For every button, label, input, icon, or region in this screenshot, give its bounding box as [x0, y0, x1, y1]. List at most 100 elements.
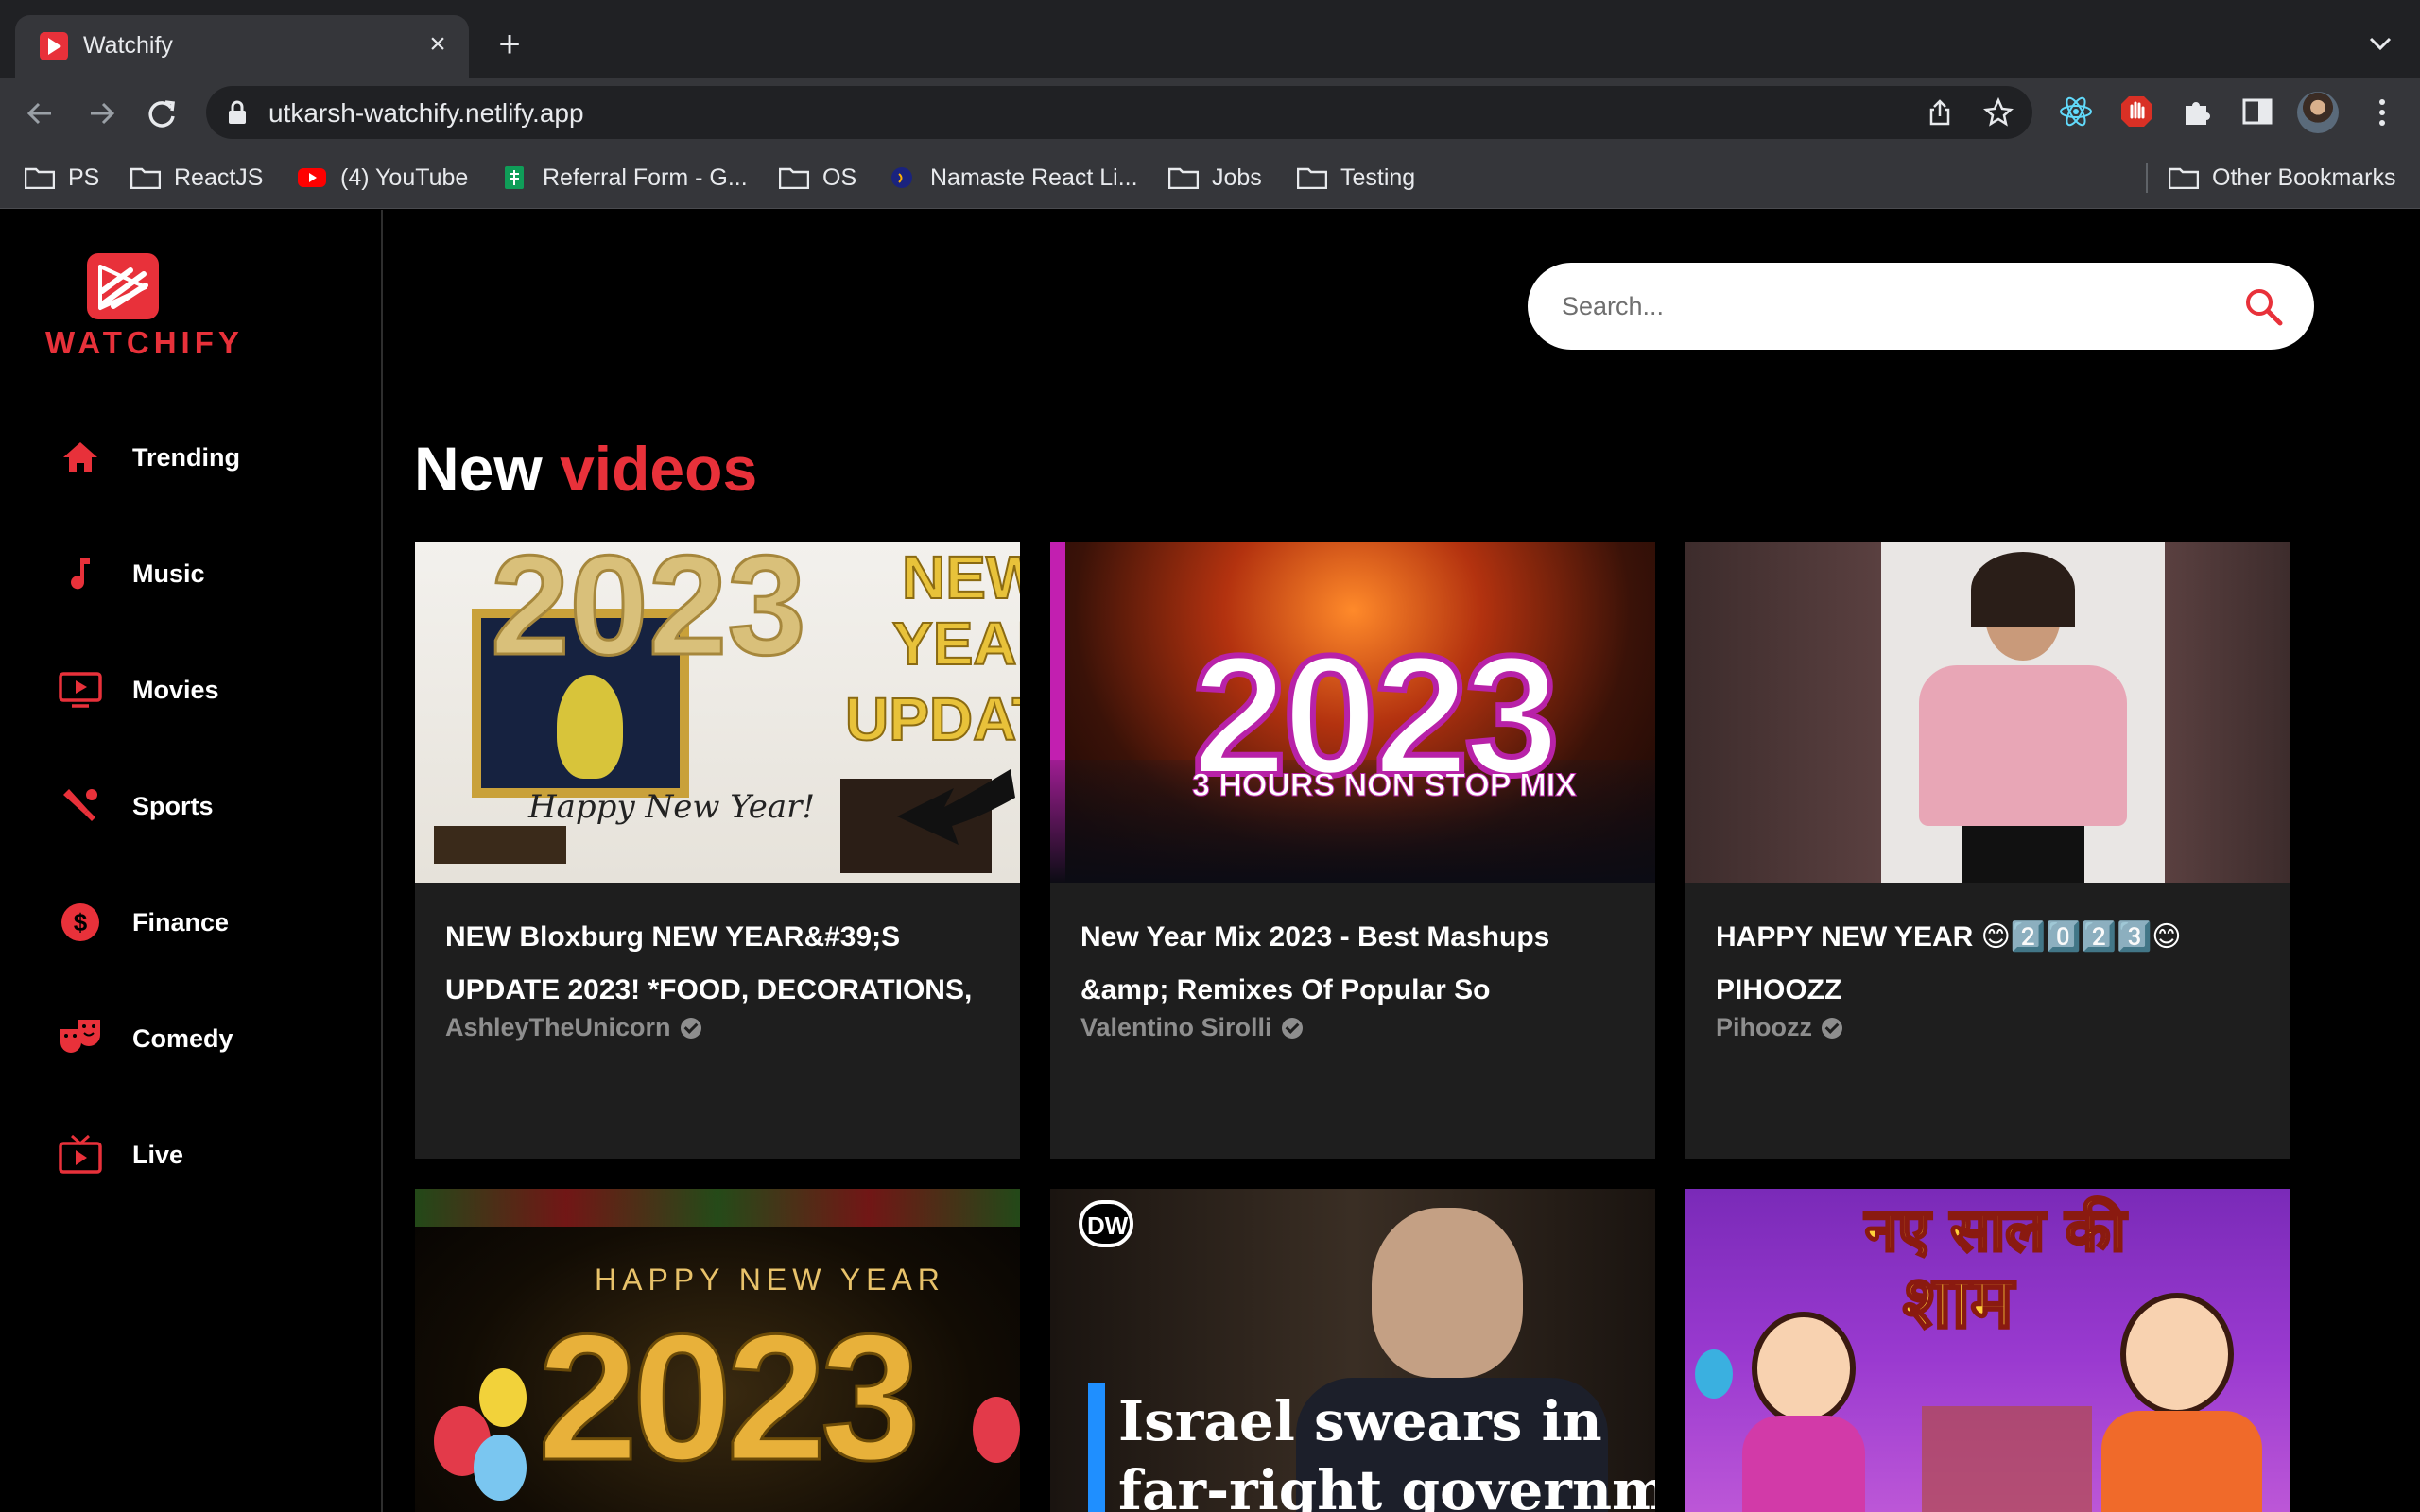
video-card[interactable]: नए साल की शाम [1685, 1189, 2290, 1512]
thumb-pants [1962, 826, 2084, 883]
new-tab-button[interactable]: + [488, 23, 531, 66]
bookmark-referral-form[interactable]: Referral Form - G... [499, 159, 748, 197]
watchify-app: WATCHIFY Trending Music Movies Sports $ … [0, 210, 2420, 1512]
dw-logo-text: DW [1087, 1211, 1129, 1240]
side-panel-icon[interactable] [2238, 93, 2276, 130]
home-icon [57, 434, 104, 481]
watchify-logo[interactable]: WATCHIFY [45, 253, 239, 367]
search-icon[interactable] [2242, 285, 2286, 329]
folder-icon [1168, 167, 1199, 189]
sidebar-item-label: Live [132, 1140, 184, 1169]
thumb-label-text: 3 HOURS NON STOP MIX [1192, 767, 1578, 804]
address-bar[interactable]: utkarsh-watchify.netlify.app [206, 86, 2032, 139]
bookmarks-divider [2146, 163, 2148, 193]
folder-icon [25, 167, 55, 189]
thumb-character [557, 675, 623, 779]
thumb-accent-bar [1088, 1383, 1105, 1512]
video-card[interactable]: 2023 NEW YEAR UPDAT Happy New Year! NEW … [415, 542, 1020, 1159]
thumb-blur-right [2165, 542, 2290, 883]
thumb-script-text: Happy New Year! [528, 788, 816, 826]
feed-title-plain: New [414, 434, 543, 504]
youtube-icon [298, 168, 326, 187]
thumb-blur-left [1685, 542, 1881, 883]
forward-arrow-icon[interactable] [79, 92, 123, 135]
bookmark-jobs[interactable]: Jobs [1168, 159, 1262, 197]
sidebar-item-finance[interactable]: $ Finance [57, 892, 340, 953]
close-tab-icon[interactable]: × [420, 26, 456, 62]
video-card[interactable]: HAPPY NEW YEAR 😊2️⃣0️⃣2️⃣3️⃣😊 PIHOOZZ Pi… [1685, 542, 2290, 1159]
search-bar [1528, 263, 2314, 350]
sidebar-item-comedy[interactable]: Comedy [57, 1008, 340, 1069]
other-bookmarks-label: Other Bookmarks [2212, 163, 2396, 191]
sidebar-item-sports[interactable]: Sports [57, 776, 340, 836]
search-input[interactable] [1562, 282, 2204, 331]
sidebar-item-movies[interactable]: Movies [57, 660, 340, 720]
tv-play-icon [57, 666, 104, 713]
music-note-icon [57, 550, 104, 597]
watchify-logo-icon [87, 253, 159, 319]
browser-menu-icon[interactable] [2363, 94, 2401, 131]
tab-title: Watchify [83, 32, 173, 59]
thumb-girl-face [1752, 1312, 1856, 1425]
bookmark-testing[interactable]: Testing [1297, 159, 1415, 197]
back-arrow-icon[interactable] [19, 92, 62, 135]
thumb-label-text: UPDAT [844, 684, 1020, 754]
feed-title: New videos [414, 433, 757, 505]
sidebar-item-live[interactable]: Live [57, 1125, 340, 1185]
channel-name[interactable]: Valentino Sirolli [1080, 1013, 1272, 1042]
video-card[interactable]: HAPPY NEW YEAR 2023 [415, 1189, 1020, 1512]
sports-icon [57, 782, 104, 830]
adblock-hand-icon[interactable] [2118, 93, 2155, 130]
tab-search-chevron-icon[interactable] [2361, 25, 2399, 62]
bookmark-namaste-react[interactable]: Namaste React Li... [887, 159, 1138, 197]
thumb-label-text: YEAR [891, 609, 1020, 679]
video-thumbnail[interactable]: नए साल की शाम [1685, 1189, 2290, 1512]
video-card[interactable]: 2023 3 HOURS NON STOP MIX New Year Mix 2… [1050, 542, 1655, 1159]
other-bookmarks[interactable]: Other Bookmarks [2169, 159, 2396, 197]
bookmark-os[interactable]: OS [779, 159, 856, 197]
lock-icon [229, 100, 246, 124]
bookmark-youtube[interactable]: (4) YouTube [297, 159, 468, 197]
arrow-graphic-icon [897, 769, 1015, 845]
bookmark-reactjs[interactable]: ReactJS [130, 159, 263, 197]
bookmark-star-icon[interactable] [1983, 97, 2014, 128]
video-thumbnail[interactable]: 2023 NEW YEAR UPDAT Happy New Year! [415, 542, 1020, 883]
reload-icon[interactable] [140, 92, 183, 135]
video-card[interactable]: DW Israel swears in far-right governme [1050, 1189, 1655, 1512]
thumb-balloon [479, 1368, 527, 1427]
video-info: NEW Bloxburg NEW YEAR&#39;S UPDATE 2023!… [445, 911, 994, 1042]
video-title[interactable]: New Year Mix 2023 - Best Mashups &amp; R… [1080, 911, 1629, 1017]
extensions-puzzle-icon[interactable] [2178, 93, 2216, 130]
video-title[interactable]: NEW Bloxburg NEW YEAR&#39;S UPDATE 2023!… [445, 911, 994, 1017]
video-thumbnail[interactable] [1685, 542, 2290, 883]
share-icon[interactable] [1925, 97, 1955, 128]
bookmark-label: Testing [1340, 163, 1416, 191]
video-title[interactable]: HAPPY NEW YEAR 😊2️⃣0️⃣2️⃣3️⃣😊 PIHOOZZ [1716, 911, 2264, 1017]
bookmark-label: Referral Form - G... [543, 163, 748, 191]
browser-toolbar: utkarsh-watchify.netlify.app [0, 78, 2420, 147]
verified-check-icon [680, 1017, 701, 1039]
sidebar-item-trending[interactable]: Trending [57, 427, 340, 488]
sidebar: WATCHIFY Trending Music Movies Sports $ … [0, 210, 383, 1512]
verified-check-icon [1822, 1017, 1842, 1039]
channel-row: Valentino Sirolli [1080, 1013, 1629, 1042]
sidebar-item-label: Finance [132, 907, 230, 936]
react-devtools-icon[interactable] [2057, 93, 2095, 130]
video-thumbnail[interactable]: HAPPY NEW YEAR 2023 [415, 1189, 1020, 1512]
sidebar-item-label: Comedy [132, 1023, 233, 1053]
bookmark-ps[interactable]: PS [25, 159, 99, 197]
folder-icon [130, 167, 161, 189]
sidebar-item-music[interactable]: Music [57, 543, 340, 604]
google-forms-icon [505, 166, 524, 189]
bookmark-label: PS [68, 163, 100, 191]
channel-name[interactable]: Pihoozz [1716, 1013, 1812, 1042]
video-thumbnail[interactable]: DW Israel swears in far-right governme [1050, 1189, 1655, 1512]
channel-row: Pihoozz [1716, 1013, 2264, 1042]
browser-tab[interactable]: Watchify × [15, 15, 469, 78]
verified-check-icon [1281, 1017, 1303, 1039]
channel-name[interactable]: AshleyTheUnicorn [445, 1013, 671, 1042]
video-thumbnail[interactable]: 2023 3 HOURS NON STOP MIX [1050, 542, 1655, 883]
thumb-garland [415, 1189, 1020, 1227]
profile-avatar[interactable] [2297, 92, 2339, 133]
thumb-year-text: 2023 [490, 542, 808, 686]
